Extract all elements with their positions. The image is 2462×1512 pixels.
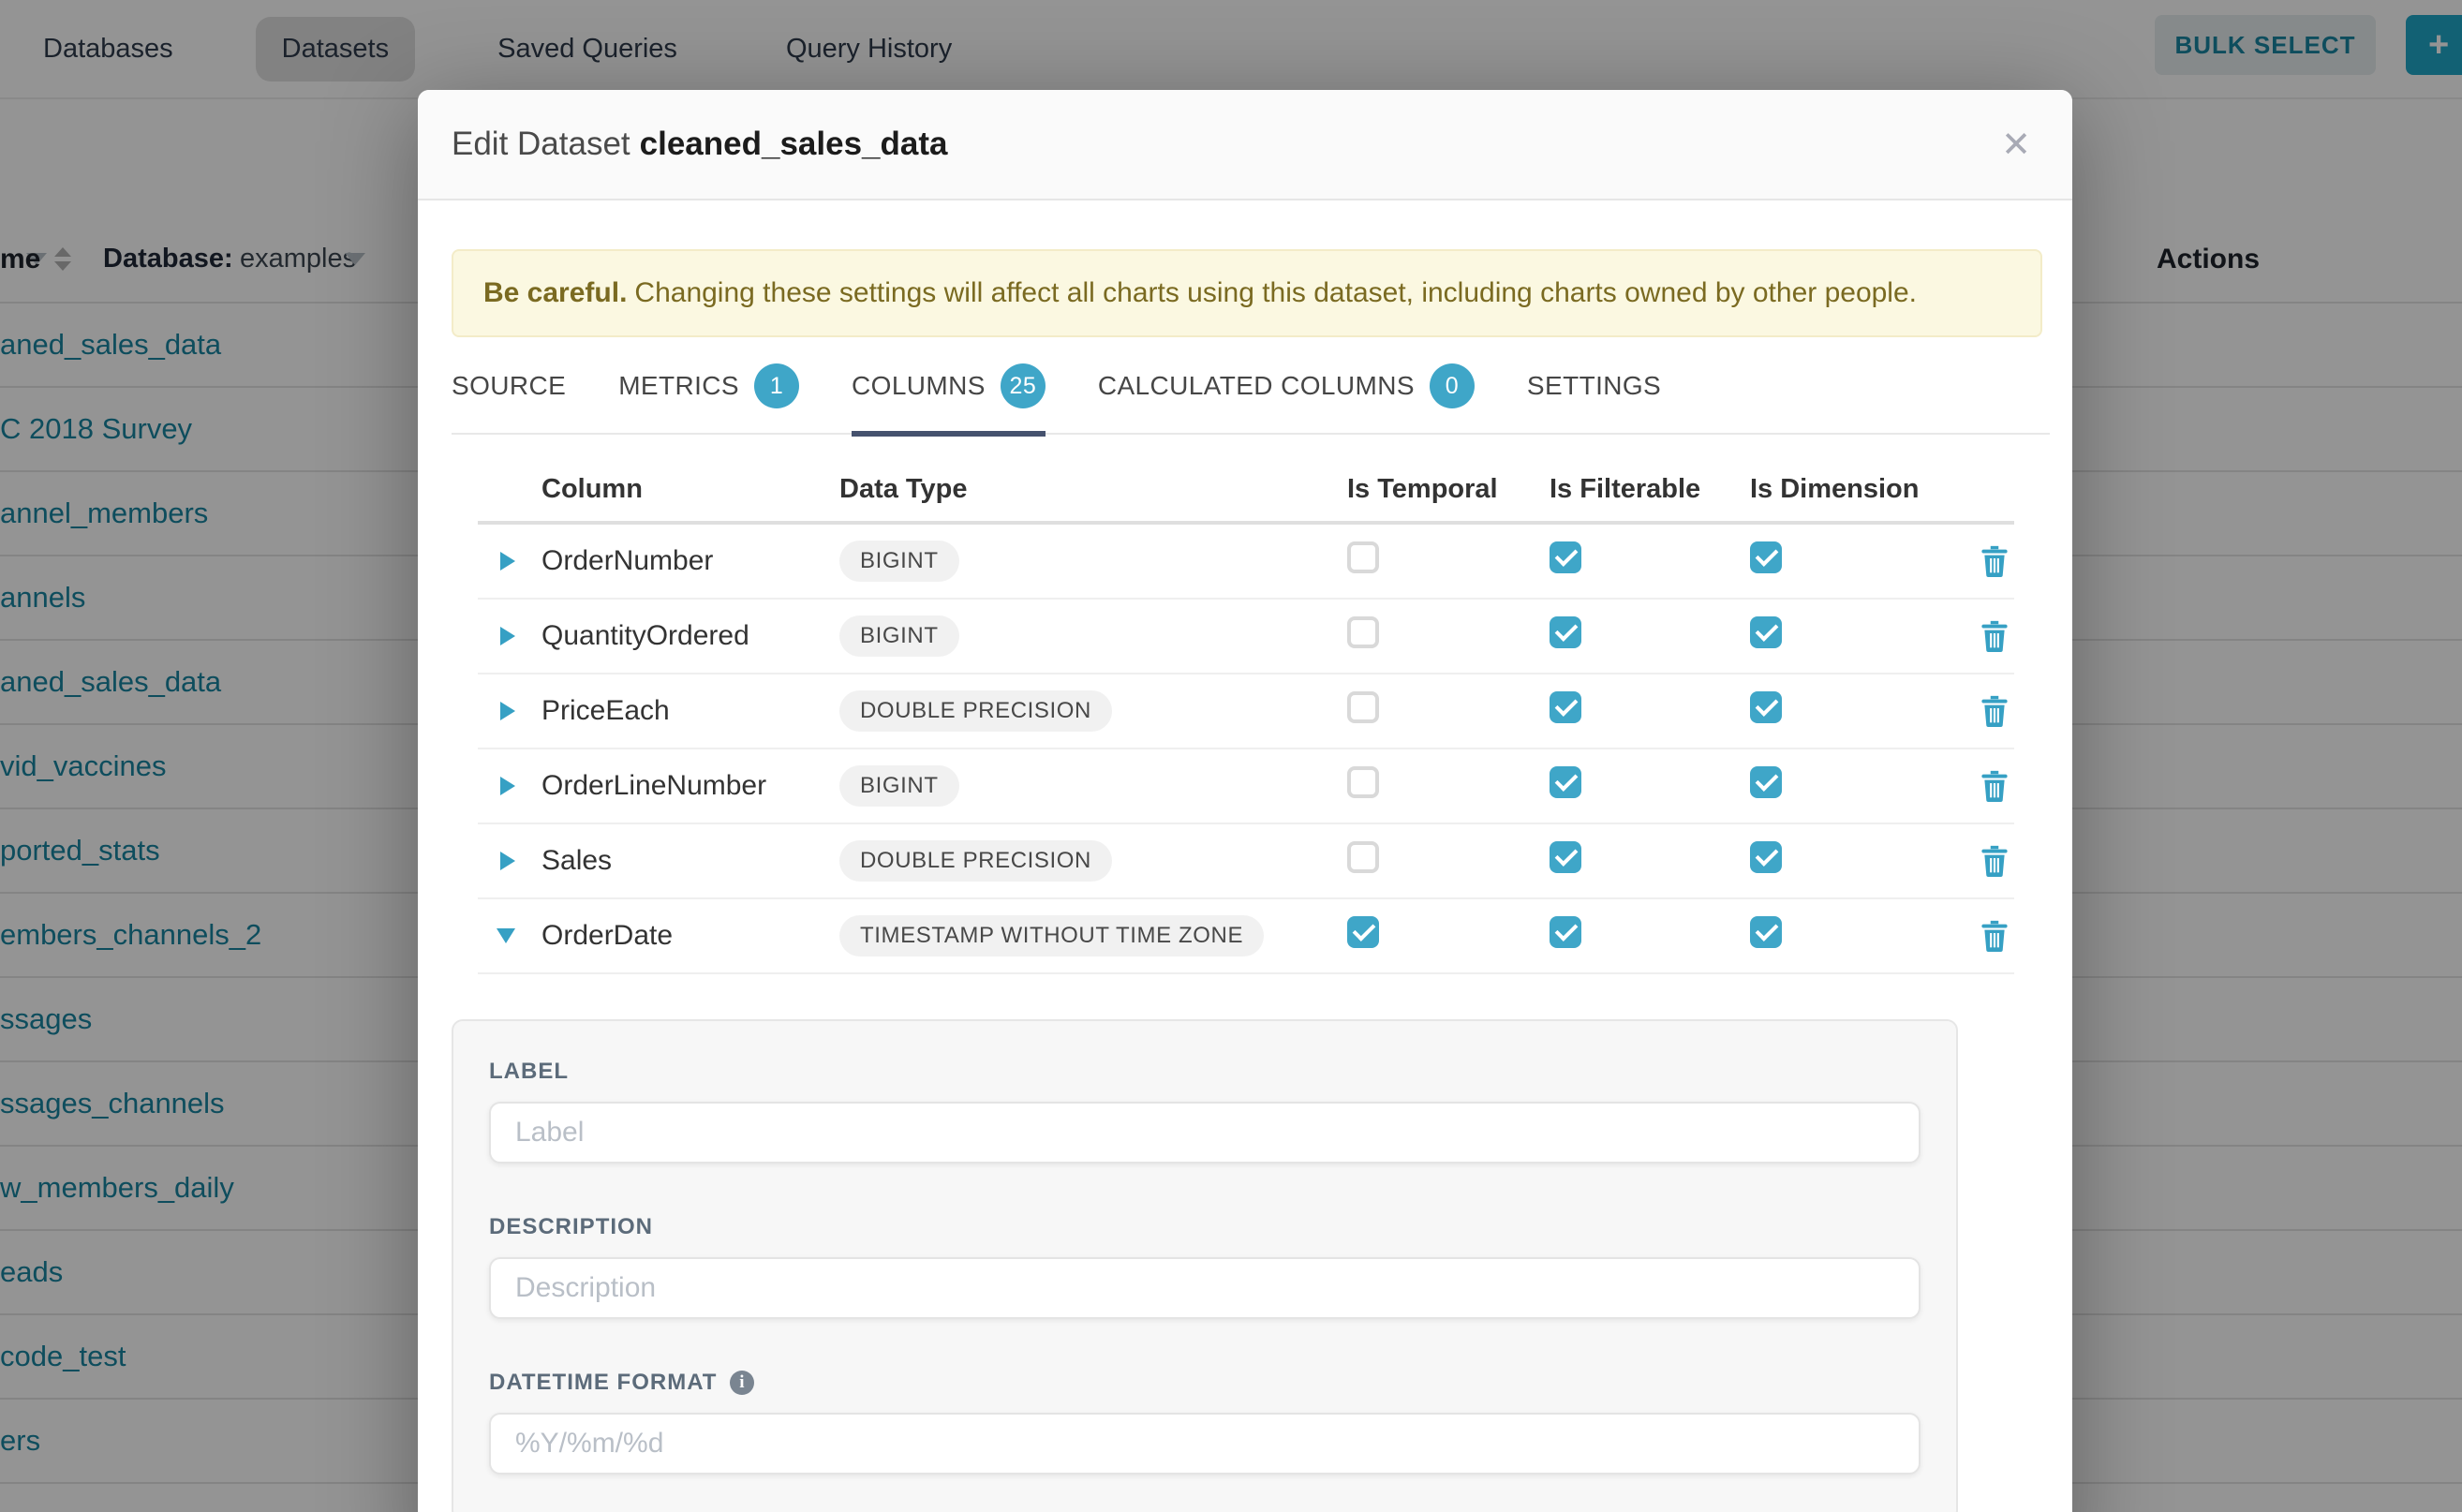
is-dimension-checkbox-checked[interactable] — [1750, 916, 1782, 948]
tab-settings[interactable]: SETTINGS — [1527, 363, 1661, 437]
is-dimension-checkbox-checked[interactable] — [1750, 616, 1782, 648]
column-name: QuantityOrdered — [541, 620, 839, 652]
modal-tabs: SOURCE METRICS 1 COLUMNS 25 CALCULATED C… — [452, 363, 2050, 435]
field-label: DATETIME FORMAT — [489, 1370, 1921, 1396]
tab-label: SETTINGS — [1527, 371, 1661, 401]
is-temporal-checkbox-unchecked[interactable] — [1347, 541, 1379, 573]
is-filterable-checkbox-checked[interactable] — [1550, 541, 1581, 573]
tab-label: CALCULATED COLUMNS — [1098, 371, 1415, 401]
tab-metrics[interactable]: METRICS 1 — [618, 363, 799, 437]
data-type-pill: DOUBLE PRECISION — [839, 840, 1112, 882]
delete-column-button[interactable] — [1975, 545, 2014, 577]
editor-field: DESCRIPTION — [489, 1214, 1921, 1319]
column-row: OrderDate TIMESTAMP WITHOUT TIME ZONE — [478, 899, 2014, 974]
delete-column-button[interactable] — [1975, 695, 2014, 727]
is-filterable-checkbox-checked[interactable] — [1550, 916, 1581, 948]
data-type-pill: BIGINT — [839, 765, 959, 807]
is-temporal-checkbox-unchecked[interactable] — [1347, 766, 1379, 798]
tab-count-badge: 1 — [754, 363, 799, 408]
data-type-header: Data Type — [839, 474, 1347, 505]
warning-banner: Be careful.Changing these settings will … — [452, 249, 2042, 337]
column-row: OrderNumber BIGINT — [478, 525, 2014, 600]
is-dimension-checkbox-checked[interactable] — [1750, 541, 1782, 573]
column-row: QuantityOrdered BIGINT — [478, 600, 2014, 674]
is-temporal-checkbox-unchecked[interactable] — [1347, 691, 1379, 723]
modal-body: Be careful.Changing these settings will … — [418, 200, 2072, 1512]
edit-dataset-modal: Edit Dataset cleaned_sales_data ✕ Be care… — [418, 90, 2072, 1512]
tab-columns[interactable]: COLUMNS 25 — [852, 363, 1046, 437]
trash-icon — [1980, 770, 2009, 802]
column-name: OrderNumber — [541, 545, 839, 577]
is-filterable-header: Is Filterable — [1550, 474, 1750, 505]
warning-bold-text: Be careful. — [483, 277, 627, 308]
is-filterable-checkbox-checked[interactable] — [1550, 616, 1581, 648]
modal-dataset-name: cleaned_sales_data — [640, 126, 948, 162]
datetime-format-input[interactable] — [489, 1413, 1921, 1475]
close-icon[interactable]: ✕ — [1994, 120, 2039, 170]
expand-caret-icon[interactable] — [500, 852, 515, 870]
delete-column-button[interactable] — [1975, 845, 2014, 877]
trash-icon — [1980, 620, 2009, 652]
tab-label: SOURCE — [452, 371, 566, 401]
trash-icon — [1980, 920, 2009, 952]
is-temporal-checkbox-checked[interactable] — [1347, 916, 1379, 948]
columns-table: Column Data Type Is Temporal Is Filterab… — [478, 457, 2014, 974]
description-input[interactable] — [489, 1257, 1921, 1319]
collapse-caret-icon[interactable] — [497, 928, 515, 943]
data-type-pill: TIMESTAMP WITHOUT TIME ZONE — [839, 915, 1264, 956]
expand-caret-icon[interactable] — [500, 552, 515, 571]
tab-label: COLUMNS — [852, 371, 986, 401]
tab-label: METRICS — [618, 371, 739, 401]
is-temporal-checkbox-unchecked[interactable] — [1347, 616, 1379, 648]
data-type-pill: DOUBLE PRECISION — [839, 690, 1112, 732]
is-dimension-checkbox-checked[interactable] — [1750, 766, 1782, 798]
is-dimension-checkbox-checked[interactable] — [1750, 691, 1782, 723]
field-label: LABEL — [489, 1059, 1921, 1085]
tab-count-badge: 25 — [1001, 363, 1046, 408]
data-type-pill: BIGINT — [839, 541, 959, 582]
expand-caret-icon[interactable] — [500, 777, 515, 795]
column-name: Sales — [541, 845, 839, 877]
tab-source[interactable]: SOURCE — [452, 363, 566, 437]
delete-column-button[interactable] — [1975, 770, 2014, 802]
is-dimension-checkbox-checked[interactable] — [1750, 841, 1782, 873]
is-temporal-header: Is Temporal — [1347, 474, 1550, 505]
label-input[interactable] — [489, 1102, 1921, 1164]
expand-caret-icon[interactable] — [500, 627, 515, 645]
columns-table-body: OrderNumber BIGINT QuantityOrdered BIGIN… — [478, 525, 2014, 974]
editor-field: DATETIME FORMAT — [489, 1370, 1921, 1475]
field-label: DESCRIPTION — [489, 1214, 1921, 1240]
column-name: OrderLineNumber — [541, 770, 839, 802]
column-name: OrderDate — [541, 920, 839, 952]
expand-caret-icon[interactable] — [500, 702, 515, 720]
is-dimension-header: Is Dimension — [1750, 474, 1975, 505]
modal-title: Edit Dataset cleaned_sales_data — [452, 126, 947, 163]
delete-column-button[interactable] — [1975, 620, 2014, 652]
data-type-pill: BIGINT — [839, 615, 959, 657]
column-name: PriceEach — [541, 695, 839, 727]
info-icon[interactable] — [730, 1371, 754, 1395]
is-filterable-checkbox-checked[interactable] — [1550, 841, 1581, 873]
tab-calculated-columns[interactable]: CALCULATED COLUMNS 0 — [1098, 363, 1475, 437]
editor-field: LABEL — [489, 1059, 1921, 1164]
tab-count-badge: 0 — [1430, 363, 1475, 408]
column-row: Sales DOUBLE PRECISION — [478, 824, 2014, 899]
trash-icon — [1980, 845, 2009, 877]
column-row: OrderLineNumber BIGINT — [478, 749, 2014, 824]
is-filterable-checkbox-checked[interactable] — [1550, 766, 1581, 798]
is-temporal-checkbox-unchecked[interactable] — [1347, 841, 1379, 873]
column-row: PriceEach DOUBLE PRECISION — [478, 674, 2014, 749]
modal-title-prefix: Edit Dataset — [452, 126, 630, 162]
warning-text: Changing these settings will affect all … — [634, 277, 1917, 308]
is-filterable-checkbox-checked[interactable] — [1550, 691, 1581, 723]
modal-header: Edit Dataset cleaned_sales_data ✕ — [418, 90, 2072, 200]
trash-icon — [1980, 695, 2009, 727]
column-editor-panel: LABEL DESCRIPTION DATETIME FORMAT — [452, 1019, 1958, 1512]
column-header: Column — [541, 474, 839, 505]
trash-icon — [1980, 545, 2009, 577]
delete-column-button[interactable] — [1975, 920, 2014, 952]
columns-table-header: Column Data Type Is Temporal Is Filterab… — [478, 457, 2014, 525]
